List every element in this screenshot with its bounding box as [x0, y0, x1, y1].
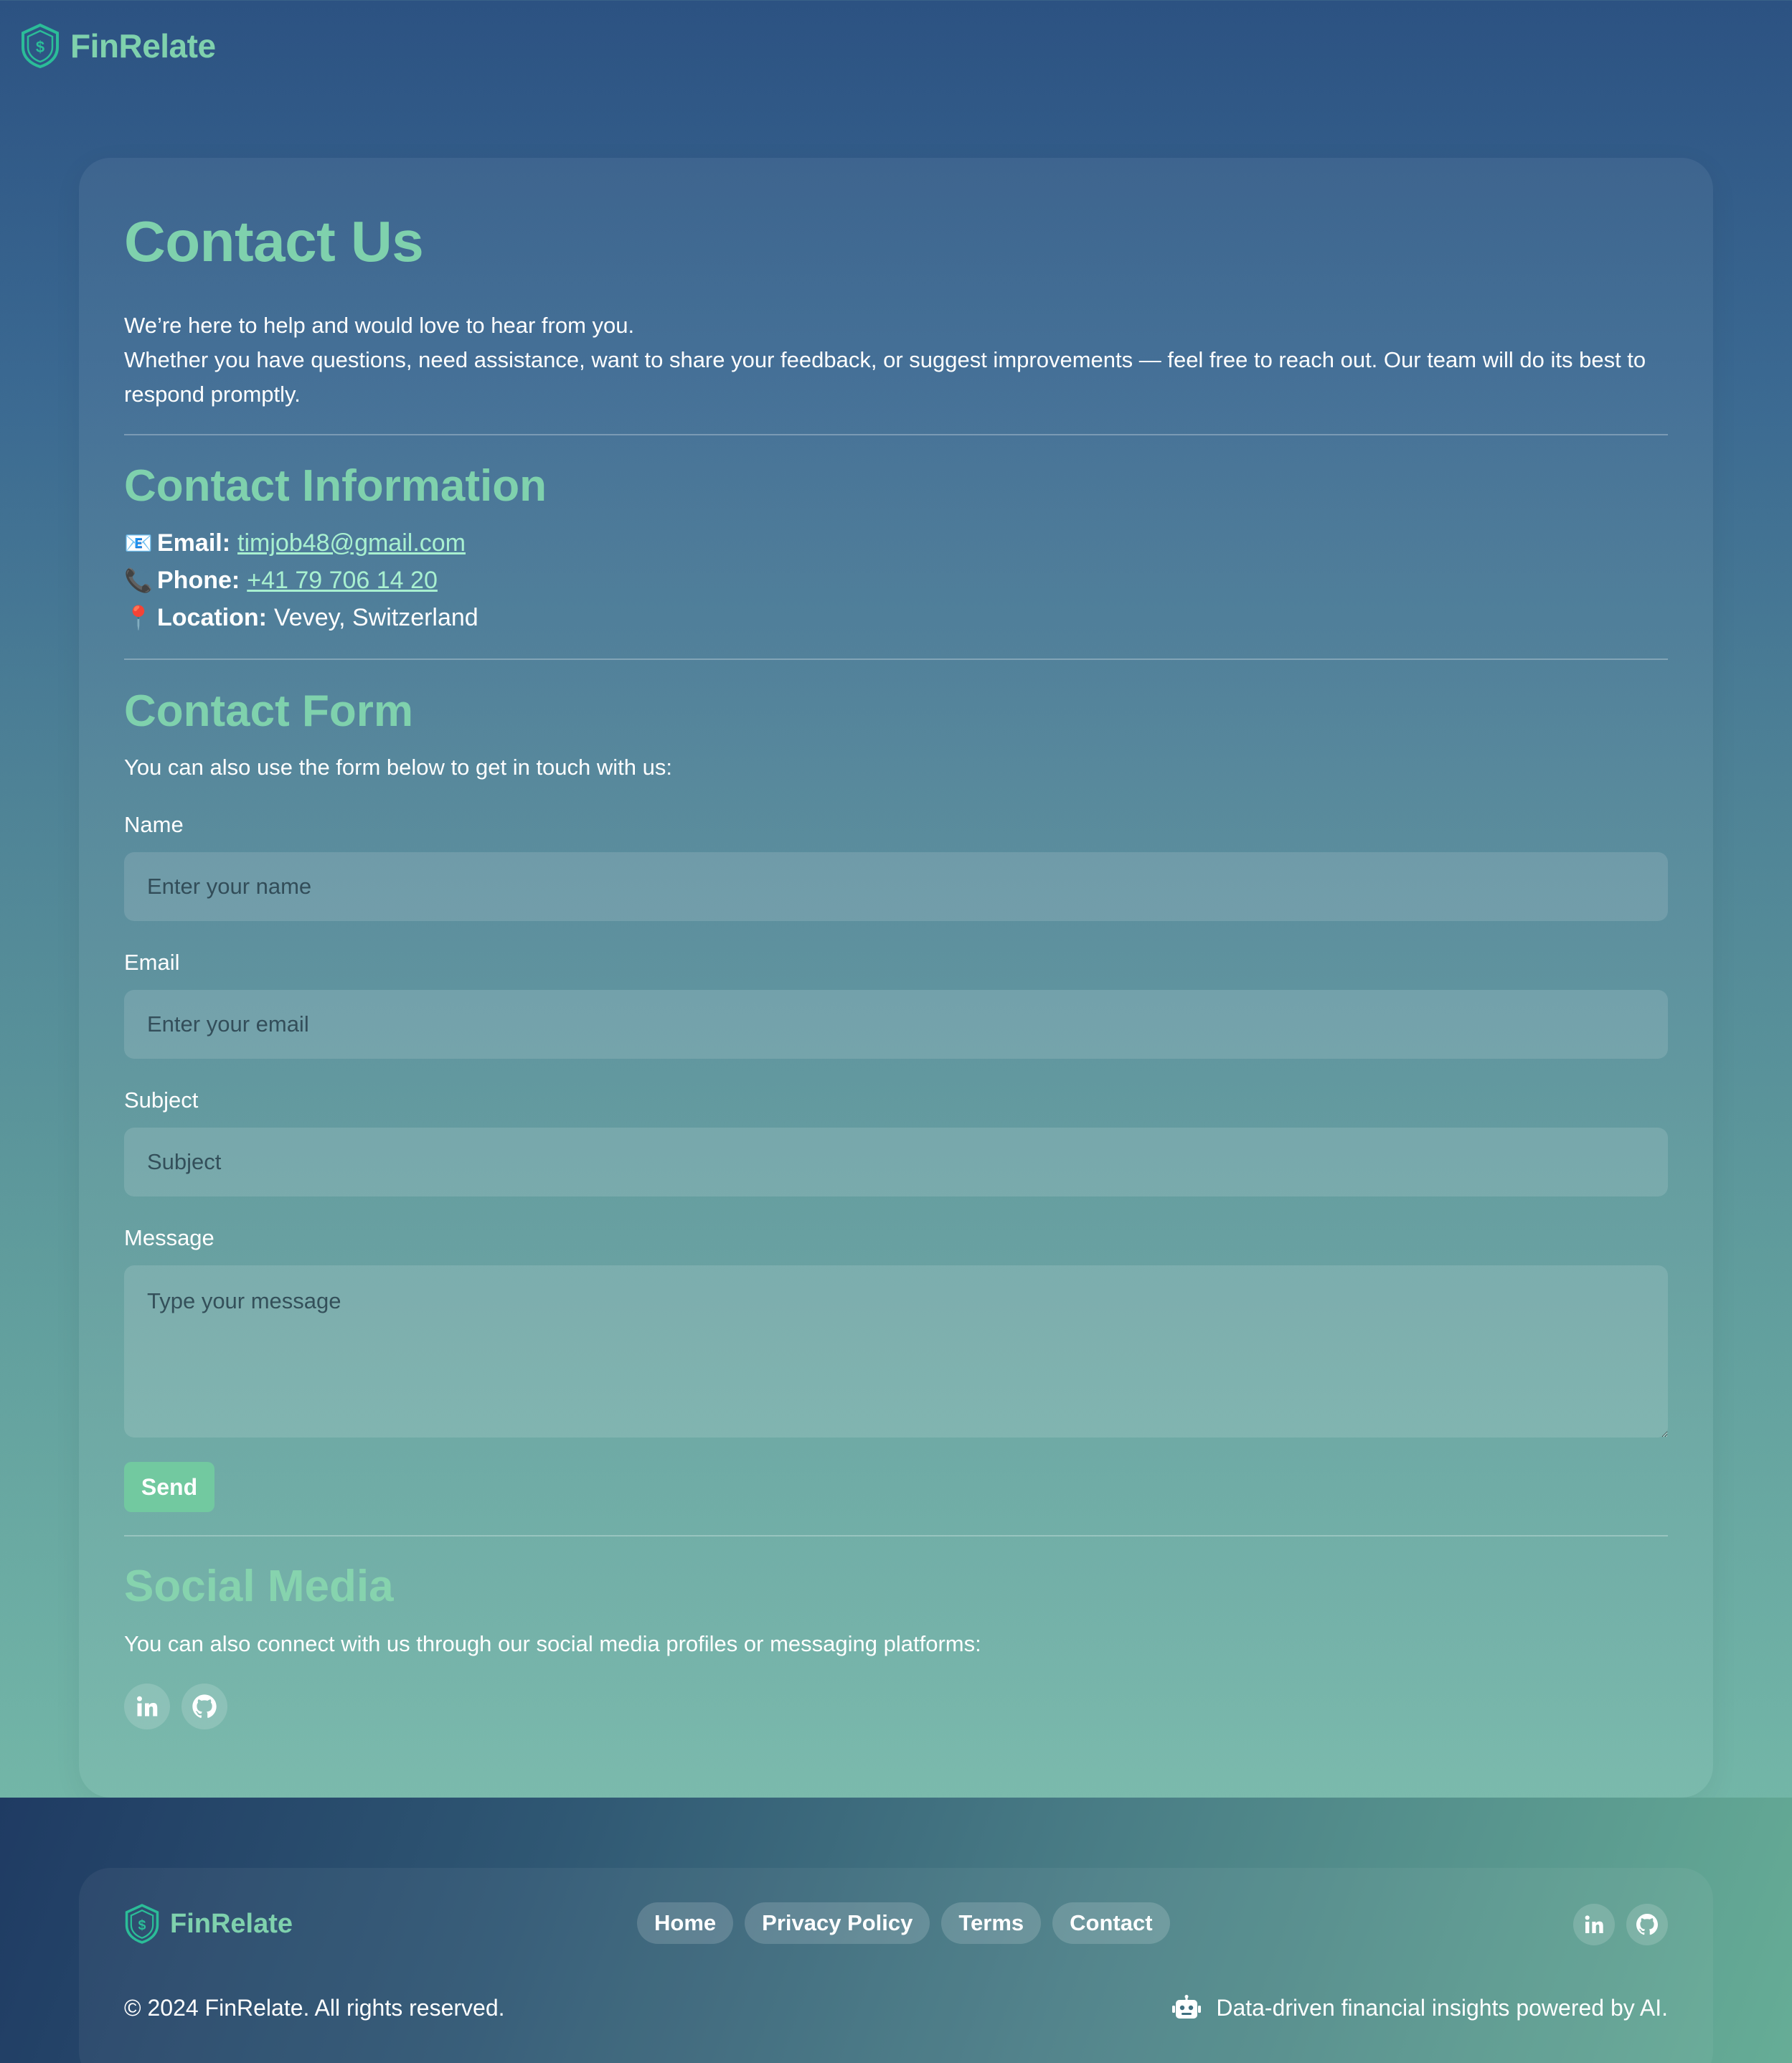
contact-card: Contact Us We’re here to help and would … — [79, 158, 1713, 1798]
message-textarea[interactable] — [124, 1265, 1668, 1438]
name-input[interactable] — [124, 852, 1668, 921]
name-label: Name — [124, 812, 184, 837]
location-info-label: Location: — [157, 604, 267, 631]
header-brand[interactable]: $ FinRelate — [20, 23, 216, 69]
copyright-text: © 2024 FinRelate. All rights reserved. — [124, 1995, 505, 2021]
pin-icon: 📍 — [124, 605, 153, 631]
location-info: 📍 Location: Vevey, Switzerland — [124, 600, 478, 636]
divider — [124, 1535, 1668, 1536]
svg-text:$: $ — [36, 38, 44, 56]
linkedin-icon — [1585, 1915, 1603, 1933]
footer-linkedin-button[interactable] — [1573, 1904, 1615, 1945]
intro-line-1: We’re here to help and would love to hea… — [124, 313, 635, 338]
contact-form-description: You can also use the form below to get i… — [124, 755, 672, 780]
shield-dollar-logo-icon: $ — [22, 23, 59, 69]
footer-tagline: Data-driven financial insights powered b… — [1171, 1990, 1668, 2026]
social-media-description: You can also connect with us through our… — [124, 1631, 981, 1656]
divider — [124, 434, 1668, 435]
subject-input[interactable] — [124, 1128, 1668, 1196]
brand-name: FinRelate — [70, 27, 216, 65]
phone-info-label: Phone: — [157, 567, 240, 594]
email-info: 📧 Email: timjob48@gmail.com — [124, 525, 466, 561]
intro-text: We’re here to help and would love to hea… — [124, 308, 1668, 412]
contact-info-heading: Contact Information — [124, 461, 547, 511]
tagline-text: Data-driven financial insights powered b… — [1216, 1995, 1668, 2021]
shield-dollar-logo-icon: $ — [125, 1904, 159, 1944]
github-icon — [1636, 1914, 1658, 1935]
footer-social-links — [1573, 1904, 1668, 1945]
footer-card: $ FinRelate Home Privacy Policy Terms Co… — [79, 1868, 1713, 2063]
divider — [124, 658, 1668, 660]
send-button[interactable]: Send — [124, 1462, 214, 1512]
footer-nav-contact[interactable]: Contact — [1052, 1902, 1170, 1944]
message-label: Message — [124, 1225, 214, 1250]
footer-nav-terms[interactable]: Terms — [941, 1902, 1042, 1944]
phone-icon: 📞 — [124, 567, 153, 593]
footer-nav: Home Privacy Policy Terms Contact — [637, 1902, 1170, 1944]
location-value: Vevey, Switzerland — [273, 604, 478, 631]
email-info-label: Email: — [157, 529, 231, 557]
phone-link[interactable]: +41 79 706 14 20 — [247, 562, 438, 598]
footer-nav-home[interactable]: Home — [637, 1902, 734, 1944]
footer-github-button[interactable] — [1626, 1904, 1668, 1945]
svg-text:$: $ — [138, 1917, 146, 1933]
footer-brand[interactable]: $ FinRelate — [124, 1902, 293, 1945]
email-label: Email — [124, 950, 180, 975]
footer-nav-privacy-policy[interactable]: Privacy Policy — [745, 1902, 930, 1944]
intro-line-2: Whether you have questions, need assista… — [124, 347, 1646, 407]
linkedin-button[interactable] — [124, 1684, 170, 1729]
footer-brand-name: FinRelate — [170, 1908, 293, 1939]
robot-icon — [1172, 1995, 1202, 2019]
github-icon — [192, 1694, 217, 1718]
social-media-heading: Social Media — [124, 1562, 394, 1611]
email-input[interactable] — [124, 990, 1668, 1059]
page-title: Contact Us — [124, 209, 424, 273]
github-button[interactable] — [181, 1684, 227, 1729]
envelope-icon: 📧 — [124, 530, 153, 556]
subject-label: Subject — [124, 1087, 199, 1113]
phone-info: 📞 Phone: +41 79 706 14 20 — [124, 562, 438, 598]
footer: $ FinRelate Home Privacy Policy Terms Co… — [0, 1798, 1792, 2063]
email-link[interactable]: timjob48@gmail.com — [237, 525, 466, 561]
linkedin-icon — [137, 1696, 158, 1717]
social-links — [124, 1684, 227, 1729]
contact-form-heading: Contact Form — [124, 686, 413, 736]
